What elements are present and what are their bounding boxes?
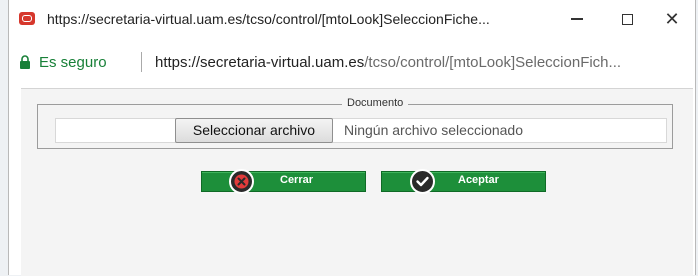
close-icon: ✕ [664,8,680,29]
fieldset-legend: Documento [342,97,409,109]
url-path: /tcso/control/[mtoLook]SeleccionFich... [364,54,622,71]
window-title: https://secretaria-virtual.uam.es/tcso/c… [47,11,490,27]
file-status-text: Ningún archivo seleccionado [344,122,523,138]
address-bar[interactable]: Es seguro https://secretaria-virtual.uam… [9,47,695,77]
file-input[interactable]: Seleccionar archivo Ningún archivo selec… [55,118,667,143]
select-file-button[interactable]: Seleccionar archivo [175,118,333,143]
maximize-icon [621,13,633,25]
close-window-button[interactable]: ✕ [649,4,695,34]
title-bar[interactable]: https://secretaria-virtual.uam.es/tcso/c… [9,0,695,38]
secure-label[interactable]: Es seguro [39,54,107,71]
minimize-icon [571,18,583,20]
close-button[interactable]: Cerrar [201,169,366,194]
checkmark-icon [410,169,435,194]
close-button-label: Cerrar [280,174,314,186]
browser-app-icon [19,12,35,25]
dialog-content: Documento Seleccionar archivo Ningún arc… [21,88,693,276]
close-x-icon [229,169,254,194]
lock-icon [20,55,30,69]
maximize-button[interactable] [604,4,650,34]
address-separator [141,52,142,72]
accept-button[interactable]: Aceptar [381,169,546,194]
url-text[interactable]: https://secretaria-virtual.uam.es/tcso/c… [155,54,621,71]
popup-window: https://secretaria-virtual.uam.es/tcso/c… [8,0,696,276]
url-host: https://secretaria-virtual.uam.es [155,54,365,71]
minimize-button[interactable] [554,4,600,34]
accept-button-label: Aceptar [458,174,499,186]
